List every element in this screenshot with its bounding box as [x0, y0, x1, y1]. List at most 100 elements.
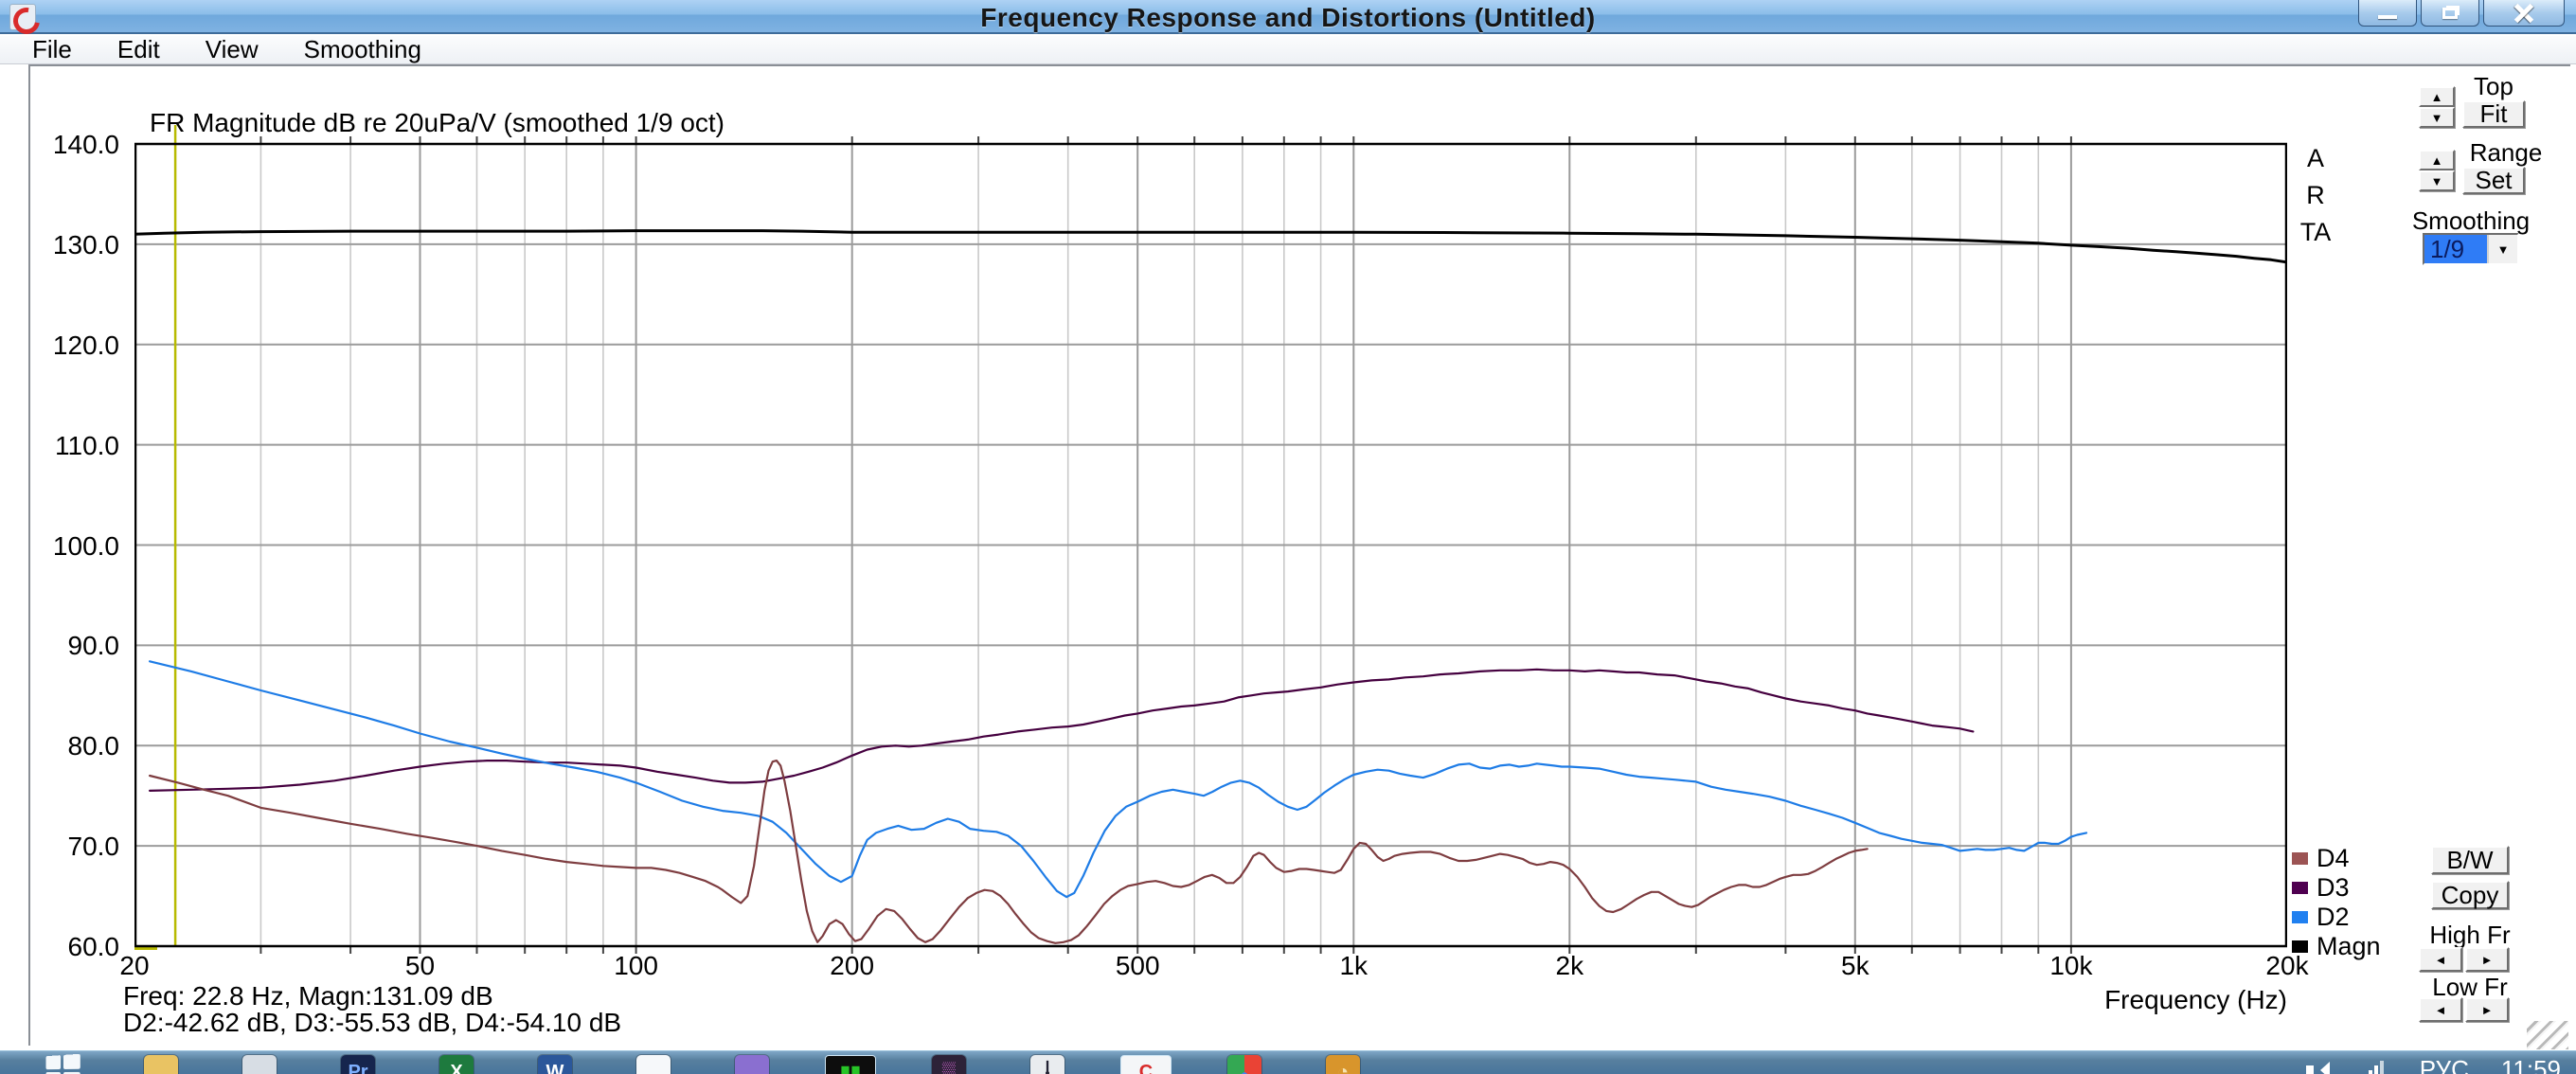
excel-icon: X [439, 1055, 474, 1074]
legend-item-magn: Magn [2292, 932, 2381, 961]
high-fr-label: High Fr [2424, 921, 2515, 950]
legend-item-d2: D2 [2292, 903, 2381, 932]
x-tick-label: 1k [1339, 951, 1368, 981]
x-tick-label: 100 [614, 951, 658, 981]
legend-label: Magn [2317, 932, 2381, 961]
document-icon[interactable] [604, 1055, 703, 1074]
spectrogram-icon: ▒ [932, 1055, 966, 1074]
menu-item-smoothing[interactable]: Smoothing [281, 35, 444, 64]
range-up-button[interactable]: ▲ [2419, 150, 2455, 170]
bw-button[interactable]: B/W [2431, 846, 2509, 874]
top-label: Top [2462, 72, 2525, 101]
low-fr-right-button[interactable]: ► [2465, 997, 2509, 1022]
smoothing-label: Smoothing [2409, 206, 2532, 236]
x-tick-label: 10k [2049, 951, 2092, 981]
status-line-distortion: D2:-42.62 dB, D3:-55.53 dB, D4:-54.10 dB [123, 1008, 621, 1038]
legend-label: D2 [2317, 903, 2350, 932]
y-tick-label: 110.0 [25, 431, 119, 461]
violet-app-icon [735, 1055, 769, 1074]
high-fr-left-button[interactable]: ◄ [2419, 947, 2462, 972]
copy-button[interactable]: Copy [2431, 881, 2509, 909]
x-tick-label: 200 [830, 951, 874, 981]
legend-swatch [2292, 911, 2308, 923]
word-icon: W [538, 1055, 572, 1074]
series-d2 [150, 661, 2086, 897]
series-d3 [150, 670, 1973, 791]
legend-label: D3 [2317, 873, 2350, 903]
clock[interactable]: 11:59 [2501, 1055, 2561, 1074]
chevron-down-icon[interactable]: ▼ [2487, 235, 2517, 263]
spectrum-analyzer-icon[interactable]: ▮▮ [801, 1055, 900, 1074]
resize-grip[interactable] [2527, 1021, 2568, 1049]
restore-button[interactable] [2421, 0, 2479, 27]
y-tick-label: 120.0 [25, 331, 119, 361]
close-button[interactable] [2483, 0, 2565, 27]
legend-swatch [2292, 882, 2308, 894]
chrome-icon[interactable] [1195, 1055, 1294, 1074]
word-icon[interactable]: W [506, 1055, 604, 1074]
restore-icon [2442, 8, 2458, 19]
series-magn [134, 231, 2287, 262]
title-bar: Frequency Response and Distortions (Unti… [0, 0, 2576, 34]
start-button[interactable] [13, 1055, 112, 1074]
taskbar-icons: Pr X W ▮▮ ▒ ╽ C ◔ [13, 1055, 1392, 1074]
x-axis-labels: 20501002005001k2k5k10k20k [134, 951, 2287, 983]
menu-item-file[interactable]: File [9, 35, 95, 64]
gold-browser-icon[interactable]: ◔ [1294, 1055, 1392, 1074]
menu-item-view[interactable]: View [183, 35, 281, 64]
legend-label: D4 [2317, 844, 2350, 873]
network-icon[interactable] [2363, 1060, 2388, 1074]
x-tick-label: 50 [405, 951, 435, 981]
top-up-button[interactable]: ▲ [2419, 86, 2455, 107]
system-tray: РУС 11:59 [2306, 1055, 2561, 1074]
arta-app-icon: C [1120, 1055, 1172, 1074]
close-icon [2513, 3, 2534, 24]
chart-legend: D4D3D2Magn [2292, 844, 2381, 961]
gold-browser-icon: ◔ [1326, 1055, 1360, 1074]
impulse-response-icon[interactable]: ╽ [998, 1055, 1097, 1074]
y-tick-label: 140.0 [25, 130, 119, 160]
arta-app-icon[interactable]: C [1097, 1055, 1195, 1074]
x-axis-title: Frequency (Hz) [1989, 985, 2287, 1015]
spectrogram-icon[interactable]: ▒ [900, 1055, 998, 1074]
window-title: Frequency Response and Distortions (Unti… [0, 3, 2576, 33]
legend-swatch [2292, 940, 2308, 953]
range-down-button[interactable]: ▼ [2419, 170, 2455, 191]
minimize-button[interactable] [2358, 0, 2417, 27]
explorer-folder-icon [144, 1055, 178, 1074]
high-fr-right-button[interactable]: ► [2465, 947, 2509, 972]
arta-window: Frequency Response and Distortions (Unti… [0, 0, 2576, 1074]
violet-app-icon[interactable] [703, 1055, 801, 1074]
legend-item-d3: D3 [2292, 873, 2381, 903]
menu-item-edit[interactable]: Edit [95, 35, 183, 64]
premiere-icon[interactable]: Pr [309, 1055, 407, 1074]
chrome-icon [1227, 1055, 1261, 1074]
smoothing-dropdown[interactable]: 1/9 ▼ [2423, 233, 2519, 265]
top-down-button[interactable]: ▼ [2419, 107, 2455, 128]
excel-icon[interactable]: X [407, 1055, 506, 1074]
menu-bar: FileEditViewSmoothing [0, 36, 2576, 64]
language-indicator[interactable]: РУС [2420, 1055, 2469, 1074]
taskbar: Pr X W ▮▮ ▒ ╽ C ◔ РУС 11:59 [0, 1050, 2576, 1074]
y-tick-label: 130.0 [25, 230, 119, 260]
y-tick-label: 80.0 [25, 731, 119, 761]
arta-watermark: ARTA [2299, 140, 2332, 251]
fit-button[interactable]: Fit [2462, 100, 2525, 128]
x-tick-label: 2k [1556, 951, 1584, 981]
document-icon [636, 1055, 671, 1074]
smoothing-value: 1/9 [2424, 235, 2487, 263]
minimize-icon [2378, 15, 2397, 19]
impulse-response-icon: ╽ [1030, 1055, 1064, 1074]
series-d4 [150, 761, 1868, 943]
volume-icon[interactable] [2306, 1060, 2331, 1074]
legend-item-d4: D4 [2292, 844, 2381, 873]
y-tick-label: 70.0 [25, 832, 119, 862]
low-fr-left-button[interactable]: ◄ [2419, 997, 2462, 1022]
explorer-folder-icon[interactable] [112, 1055, 210, 1074]
x-tick-label: 20 [119, 951, 149, 981]
plot-canvas[interactable] [134, 125, 2287, 960]
media-player-icon[interactable] [210, 1055, 309, 1074]
set-button[interactable]: Set [2462, 167, 2525, 194]
y-tick-label: 100.0 [25, 531, 119, 562]
premiere-icon: Pr [341, 1055, 375, 1074]
